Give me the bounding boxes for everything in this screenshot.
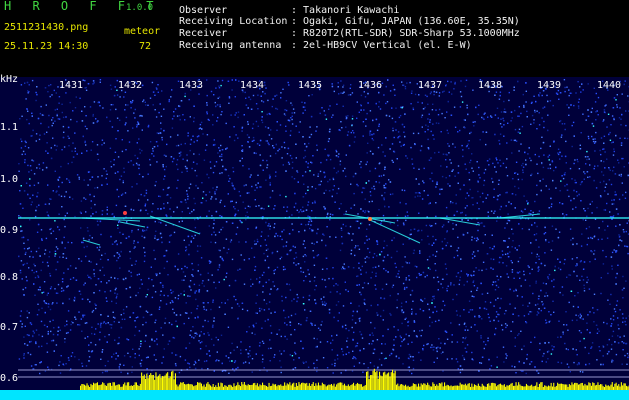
spectrogram: [0, 77, 629, 400]
x-tick-label: 1433: [179, 80, 204, 91]
y-tick-label: 0.6: [0, 373, 19, 384]
x-tick-label: 1432: [118, 80, 143, 91]
x-tick-label: 1438: [478, 80, 503, 91]
location-value: : Ogaki, Gifu, JAPAN (136.60E, 35.35N): [291, 16, 520, 27]
antenna-label: Receiving antenna: [179, 40, 282, 51]
meteor-count: 72: [139, 41, 152, 52]
y-tick-label: 0.7: [0, 322, 19, 333]
y-tick-label: 1.0: [0, 174, 19, 185]
mode-label: meteor: [124, 26, 161, 37]
app-version: 1.0.0: [126, 3, 154, 13]
header-panel: H R O F F T 1.0.0 2511231430.png meteor …: [0, 0, 629, 76]
y-tick-label: 0.9: [0, 225, 19, 236]
x-tick-label: 1435: [298, 80, 323, 91]
spectrogram-background: [0, 77, 629, 400]
x-tick-label: 1440: [597, 80, 622, 91]
observer-label: Observer: [179, 5, 228, 16]
x-tick-label: 1439: [537, 80, 562, 91]
receiver-value: : R820T2(RTL-SDR) SDR-Sharp 53.1000MHz: [291, 28, 520, 39]
y-tick-label: 0.8: [0, 272, 19, 283]
meteor-head: [123, 211, 127, 215]
x-tick-label: 1431: [59, 80, 84, 91]
file-name: 2511231430.png: [4, 22, 89, 33]
y-axis-unit: kHz: [0, 74, 19, 85]
x-tick-label: 1436: [358, 80, 383, 91]
bottom-band: [0, 390, 629, 400]
meteor-head: [368, 217, 372, 221]
receiver-label: Receiver: [179, 28, 228, 39]
antenna-value: : 2el-HB9CV Vertical (el. E-W): [291, 40, 472, 51]
location-label: Receiving Location: [179, 16, 288, 27]
y-tick-label: 1.1: [0, 122, 19, 133]
date-time: 25.11.23 14:30: [4, 41, 89, 52]
observer-value: : Takanori Kawachi: [291, 5, 400, 16]
x-tick-label: 1437: [418, 80, 443, 91]
x-tick-label: 1434: [240, 80, 265, 91]
